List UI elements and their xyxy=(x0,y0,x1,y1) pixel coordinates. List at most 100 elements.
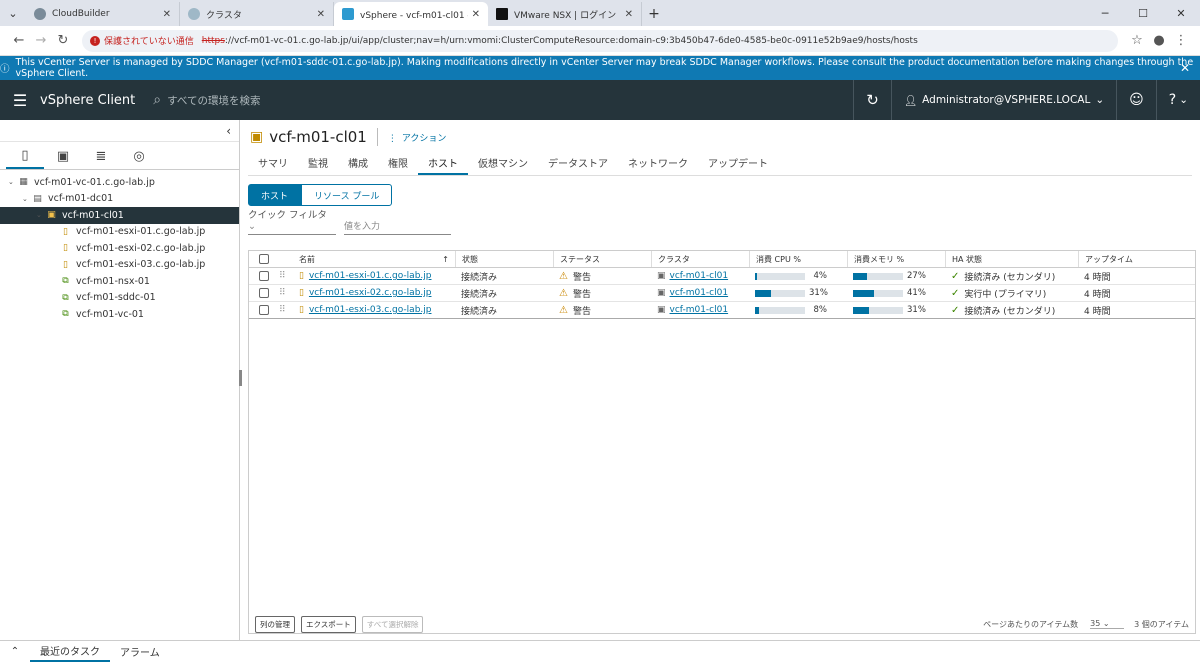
table-row[interactable]: ⠿ ▯ vcf-m01-esxi-03.c.go-lab.jp 接続済み ⚠ 警告 ▣ vcf… xyxy=(249,302,1195,319)
global-search[interactable]: ⌕ すべての環境を検索 xyxy=(153,92,853,108)
tree-node[interactable]: ⧉ vcf-m01-nsx-01 xyxy=(0,273,239,290)
object-tab[interactable]: 権限 xyxy=(378,155,418,175)
caret-down-icon[interactable]: ⌄ xyxy=(22,195,32,203)
tab-label: VMware NSX | ログイン xyxy=(514,10,617,21)
reload-icon[interactable]: ↻ xyxy=(52,33,74,48)
tree-node[interactable]: ⌄ ▤ vcf-m01-dc01 xyxy=(0,191,239,208)
back-icon[interactable]: ← xyxy=(8,33,30,48)
cluster-link[interactable]: vcf-m01-cl01 xyxy=(670,271,729,281)
row-checkbox[interactable] xyxy=(259,305,269,315)
minimize-icon[interactable]: ─ xyxy=(1086,0,1124,26)
column-header-uptime[interactable]: アップタイム xyxy=(1078,251,1195,267)
menu-kebab-icon[interactable]: ⋮ xyxy=(1170,33,1192,48)
export-button[interactable]: エクスポート xyxy=(301,615,356,633)
segment-resource-pools[interactable]: リソース プール xyxy=(301,184,393,206)
maximize-icon[interactable]: ☐ xyxy=(1124,0,1162,26)
app-brand[interactable]: vSphere Client xyxy=(40,93,135,108)
column-header-name[interactable]: 名前 ↑ xyxy=(293,251,455,267)
tree-node[interactable]: ⧉ vcf-m01-vc-01 xyxy=(0,306,239,323)
cluster-icon: ▣ xyxy=(657,271,666,281)
tree-node[interactable]: ▯ vcf-m01-esxi-01.c.go-lab.jp xyxy=(0,224,239,241)
tree-node[interactable]: ⧉ vcf-m01-sddc-01 xyxy=(0,290,239,307)
column-label: クラスタ xyxy=(658,254,690,264)
close-tab-icon[interactable]: ✕ xyxy=(472,9,480,20)
object-tab[interactable]: アップデート xyxy=(698,155,778,175)
close-tab-icon[interactable]: ✕ xyxy=(317,9,325,20)
networking-view-icon[interactable]: ◎ xyxy=(120,143,158,169)
close-banner-icon[interactable]: ✕ xyxy=(1180,61,1190,75)
browser-tab-cloudbuilder[interactable]: CloudBuilder ✕ xyxy=(26,2,180,26)
browser-tab-cluster[interactable]: クラスタ ✕ xyxy=(180,2,334,26)
host-name-link[interactable]: vcf-m01-esxi-01.c.go-lab.jp xyxy=(309,271,432,281)
host-name-link[interactable]: vcf-m01-esxi-03.c.go-lab.jp xyxy=(309,305,432,315)
new-tab-button[interactable]: + xyxy=(642,2,666,26)
refresh-button[interactable]: ↻ xyxy=(853,80,891,120)
chevron-down-icon: ⌄ xyxy=(1095,94,1105,106)
close-tab-icon[interactable]: ✕ xyxy=(163,9,171,20)
manage-columns-button[interactable]: 列の管理 xyxy=(255,615,295,633)
column-header-status[interactable]: ステータス xyxy=(553,251,651,267)
row-checkbox[interactable] xyxy=(259,288,269,298)
expand-panel-icon[interactable]: ⌃ xyxy=(0,646,30,657)
object-tab[interactable]: 監視 xyxy=(298,155,338,175)
browser-tab-vsphere[interactable]: vSphere - vcf-m01-cl01 - ホスト ✕ xyxy=(334,2,488,26)
quick-filter-dropdown[interactable]: クイック フィルタ ⌄ xyxy=(248,207,336,235)
actions-menu[interactable]: ⋮ アクション xyxy=(388,131,447,144)
url-field[interactable]: ! 保護されていない通信 https ://vcf-m01-vc-01.c.go… xyxy=(82,29,1118,52)
column-header-state[interactable]: 状態 xyxy=(455,251,553,267)
drag-handle-icon[interactable]: ⠿ xyxy=(273,285,293,301)
hosts-clusters-view-icon[interactable]: ▯ xyxy=(6,143,44,169)
per-page-select[interactable]: 35 ⌄ xyxy=(1090,619,1125,629)
alarms-tab[interactable]: アラーム xyxy=(110,641,170,662)
object-tab[interactable]: サマリ xyxy=(248,155,298,175)
object-tab[interactable]: 仮想マシン xyxy=(468,155,538,175)
profile-icon[interactable]: ● xyxy=(1148,33,1170,48)
object-header: ▣ vcf-m01-cl01 ⋮ アクション xyxy=(248,120,1192,154)
tab-label: CloudBuilder xyxy=(52,9,110,19)
column-header-memory[interactable]: 消費メモリ % xyxy=(847,251,945,267)
browser-tab-nsx[interactable]: VMware NSX | ログイン ✕ xyxy=(488,2,642,26)
tree-node[interactable]: ⌄ ▦ vcf-m01-vc-01.c.go-lab.jp xyxy=(0,174,239,191)
hamburger-menu-icon[interactable]: ☰ xyxy=(0,91,40,110)
vms-templates-view-icon[interactable]: ▣ xyxy=(44,143,82,169)
caret-down-icon[interactable]: ⌄ xyxy=(8,178,18,186)
object-tab[interactable]: ネットワーク xyxy=(618,155,698,175)
user-menu[interactable]: 👤︎ Administrator@VSPHERE.LOCAL ⌄ xyxy=(890,80,1116,120)
filter-value-input[interactable]: 値を入力 xyxy=(344,219,451,235)
tab-list-dropdown-icon[interactable]: ⌄ xyxy=(0,0,26,26)
browser-tab-bar: ⌄ CloudBuilder ✕ クラスタ ✕ vSphere - vcf-m0… xyxy=(0,0,1200,26)
column-header-cluster[interactable]: クラスタ xyxy=(651,251,749,267)
cluster-icon: ▣ xyxy=(250,129,264,145)
cluster-link[interactable]: vcf-m01-cl01 xyxy=(670,288,729,298)
bookmark-star-icon[interactable]: ☆ xyxy=(1126,33,1148,48)
recent-tasks-tab[interactable]: 最近のタスク xyxy=(30,641,110,662)
feedback-button[interactable]: ☺ xyxy=(1116,80,1156,120)
inventory-tree: ⌄ ▦ vcf-m01-vc-01.c.go-lab.jp ⌄ ▤ vcf-m01-dc0… xyxy=(0,170,239,323)
tree-node[interactable]: ▯ vcf-m01-esxi-02.c.go-lab.jp xyxy=(0,240,239,257)
collapse-panel-icon[interactable]: ‹ xyxy=(226,124,231,138)
object-tab[interactable]: 構成 xyxy=(338,155,378,175)
storage-view-icon[interactable]: ≣ xyxy=(82,143,120,169)
drag-handle-icon[interactable]: ⠿ xyxy=(273,302,293,318)
forward-icon[interactable]: → xyxy=(30,33,52,48)
cluster-link[interactable]: vcf-m01-cl01 xyxy=(670,305,729,315)
column-header-cpu[interactable]: 消費 CPU % xyxy=(749,251,847,267)
insecure-badge[interactable]: ! 保護されていない通信 xyxy=(90,34,194,47)
host-name-link[interactable]: vcf-m01-esxi-02.c.go-lab.jp xyxy=(309,288,432,298)
close-window-icon[interactable]: ✕ xyxy=(1162,0,1200,26)
object-tab[interactable]: ホスト xyxy=(418,155,468,175)
select-all-checkbox[interactable] xyxy=(259,254,269,264)
row-checkbox[interactable] xyxy=(259,271,269,281)
object-tab[interactable]: データストア xyxy=(538,155,618,175)
tree-node[interactable]: ⌄ ▣ vcf-m01-cl01 xyxy=(0,207,239,224)
segment-hosts[interactable]: ホスト xyxy=(248,184,302,206)
column-header-ha-state[interactable]: HA 状態 xyxy=(945,251,1078,267)
caret-down-icon[interactable]: ⌄ xyxy=(36,211,46,219)
tree-node[interactable]: ▯ vcf-m01-esxi-03.c.go-lab.jp xyxy=(0,257,239,274)
close-tab-icon[interactable]: ✕ xyxy=(625,9,633,20)
table-row[interactable]: ⠿ ▯ vcf-m01-esxi-01.c.go-lab.jp 接続済み ⚠ 警告 ▣ vcf… xyxy=(249,268,1195,285)
quick-filter-label: クイック フィルタ xyxy=(248,210,327,221)
table-row[interactable]: ⠿ ▯ vcf-m01-esxi-02.c.go-lab.jp 接続済み ⚠ 警告 ▣ vcf… xyxy=(249,285,1195,302)
drag-handle-icon[interactable]: ⠿ xyxy=(273,268,293,284)
help-button[interactable]: ? ⌄ xyxy=(1155,80,1200,120)
